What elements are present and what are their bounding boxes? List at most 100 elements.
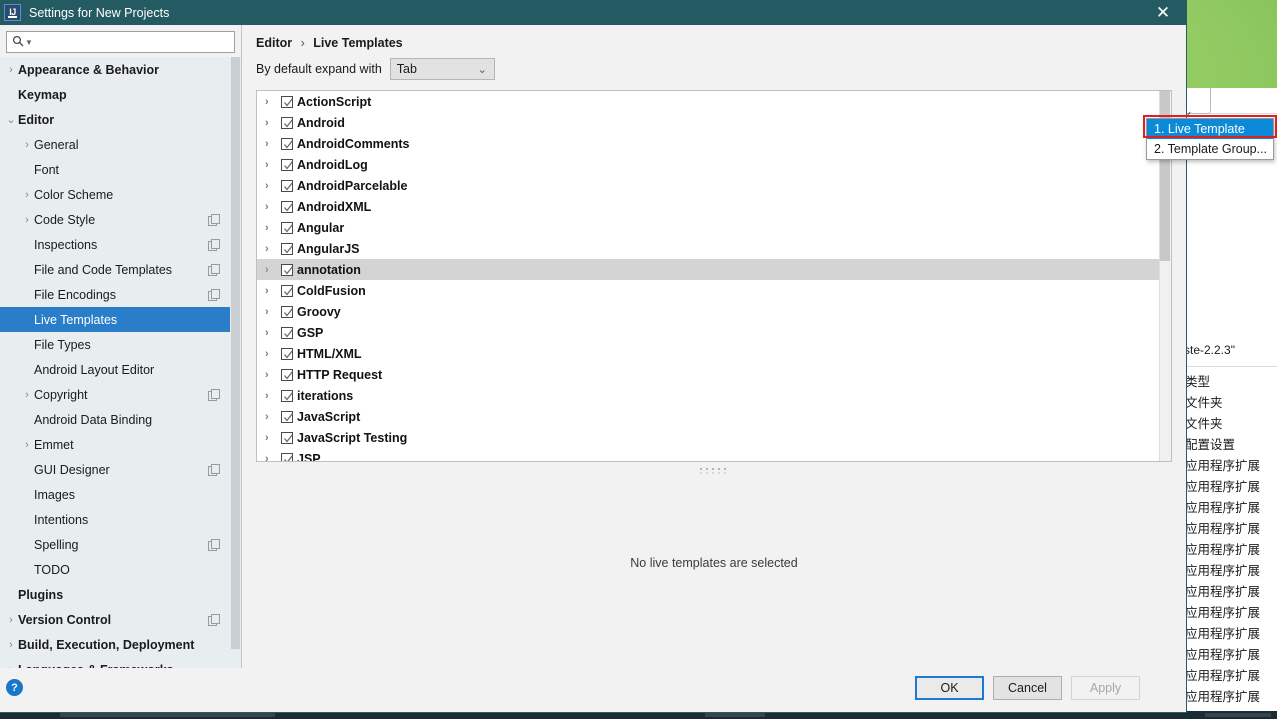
template-group-checkbox[interactable]: [281, 452, 294, 461]
background-file-row[interactable]: 配置设置: [1181, 435, 1277, 456]
template-group-row[interactable]: › AndroidLog: [257, 154, 1171, 175]
background-file-row[interactable]: 应用程序扩展: [1181, 519, 1277, 540]
cancel-button[interactable]: Cancel: [993, 676, 1062, 700]
background-file-row[interactable]: 应用程序扩展: [1181, 498, 1277, 519]
template-group-checkbox[interactable]: [281, 284, 294, 297]
template-group-checkbox[interactable]: [281, 263, 294, 276]
chevron-right-icon[interactable]: ›: [20, 189, 34, 201]
template-group-row[interactable]: › JSP: [257, 448, 1171, 461]
splitter-handle[interactable]: [256, 465, 1172, 477]
sidebar-item-code-style[interactable]: › Code Style: [0, 207, 241, 232]
template-group-checkbox[interactable]: [281, 179, 294, 192]
close-icon[interactable]: ✕: [1140, 0, 1186, 25]
background-file-row[interactable]: 应用程序扩展: [1181, 477, 1277, 498]
template-group-row[interactable]: › ColdFusion: [257, 280, 1171, 301]
chevron-right-icon[interactable]: ›: [265, 285, 281, 297]
chevron-down-icon[interactable]: ▼: [25, 38, 33, 47]
background-file-row[interactable]: 应用程序扩展: [1181, 624, 1277, 645]
template-group-row[interactable]: › ActionScript: [257, 91, 1171, 112]
template-group-row[interactable]: › iterations: [257, 385, 1171, 406]
help-question-icon[interactable]: ?: [6, 679, 23, 696]
template-group-row[interactable]: › Groovy: [257, 301, 1171, 322]
chevron-right-icon[interactable]: ›: [20, 214, 34, 226]
background-file-row[interactable]: 应用程序扩展: [1181, 582, 1277, 603]
expand-with-select[interactable]: Tab ⌄: [389, 58, 495, 80]
ok-button[interactable]: OK: [915, 676, 984, 700]
background-file-row[interactable]: 文件夹: [1181, 414, 1277, 435]
sidebar-item-file-and-code-templates[interactable]: File and Code Templates: [0, 257, 241, 282]
popup-menu-item[interactable]: 1. Live Template: [1147, 119, 1273, 139]
background-file-row[interactable]: 应用程序扩展: [1181, 645, 1277, 666]
background-file-row[interactable]: 应用程序扩展: [1181, 666, 1277, 687]
chevron-right-icon[interactable]: ›: [265, 432, 281, 444]
chevron-right-icon[interactable]: ›: [265, 348, 281, 360]
chevron-right-icon[interactable]: ›: [265, 243, 281, 255]
chevron-right-icon[interactable]: ›: [4, 639, 18, 651]
sidebar-item-emmet[interactable]: › Emmet: [0, 432, 241, 457]
background-file-row[interactable]: 应用程序扩展: [1181, 540, 1277, 561]
sidebar-item-appearance-behavior[interactable]: › Appearance & Behavior: [0, 57, 241, 82]
chevron-down-icon[interactable]: ⌄: [478, 63, 487, 76]
dialog-titlebar[interactable]: IJ Settings for New Projects ✕: [0, 0, 1186, 25]
sidebar-item-version-control[interactable]: › Version Control: [0, 607, 241, 632]
template-group-row[interactable]: › HTML/XML: [257, 343, 1171, 364]
template-group-checkbox[interactable]: [281, 347, 294, 360]
template-group-row[interactable]: › AndroidXML: [257, 196, 1171, 217]
template-group-checkbox[interactable]: [281, 242, 294, 255]
chevron-right-icon[interactable]: ›: [265, 411, 281, 423]
chevron-right-icon[interactable]: ›: [20, 139, 34, 151]
chevron-right-icon[interactable]: ›: [4, 64, 18, 76]
live-templates-list[interactable]: › ActionScript › Android › AndroidComments › An…: [256, 90, 1172, 462]
chevron-right-icon[interactable]: ›: [265, 159, 281, 171]
chevron-right-icon[interactable]: ›: [265, 180, 281, 192]
breadcrumb-root[interactable]: Editor: [256, 36, 292, 50]
chevron-down-icon[interactable]: ⌄: [4, 113, 18, 126]
sidebar-item-intentions[interactable]: Intentions: [0, 507, 241, 532]
chevron-right-icon[interactable]: ›: [265, 327, 281, 339]
template-group-checkbox[interactable]: [281, 158, 294, 171]
template-group-checkbox[interactable]: [281, 389, 294, 402]
background-explorer-window[interactable]: ‹ ste-2.2.3" 类型 文件夹 文件夹 配置设置 应用程序扩展 应用程序扩展 应用…: [1180, 88, 1277, 719]
background-window-column-header[interactable]: 类型: [1181, 372, 1277, 393]
template-group-checkbox[interactable]: [281, 221, 294, 234]
template-group-row[interactable]: › Android: [257, 112, 1171, 133]
chevron-right-icon[interactable]: ›: [265, 222, 281, 234]
template-group-checkbox[interactable]: [281, 368, 294, 381]
sidebar-item-languages-frameworks[interactable]: ›Languages & Frameworks: [0, 657, 241, 669]
sidebar-item-file-types[interactable]: File Types: [0, 332, 241, 357]
sidebar-item-live-templates[interactable]: Live Templates: [0, 307, 241, 332]
template-group-checkbox[interactable]: [281, 305, 294, 318]
chevron-right-icon[interactable]: ›: [265, 306, 281, 318]
chevron-right-icon[interactable]: ›: [20, 389, 34, 401]
sidebar-item-images[interactable]: Images: [0, 482, 241, 507]
apply-button[interactable]: Apply: [1071, 676, 1140, 700]
template-group-row[interactable]: › HTTP Request: [257, 364, 1171, 385]
chevron-right-icon[interactable]: ›: [265, 369, 281, 381]
chevron-right-icon[interactable]: ›: [4, 614, 18, 626]
chevron-right-icon[interactable]: ›: [265, 390, 281, 402]
sidebar-item-spelling[interactable]: Spelling: [0, 532, 241, 557]
sidebar-item-color-scheme[interactable]: › Color Scheme: [0, 182, 241, 207]
template-group-checkbox[interactable]: [281, 200, 294, 213]
sidebar-item-editor[interactable]: ⌄ Editor: [0, 107, 241, 132]
background-file-row[interactable]: 应用程序扩展: [1181, 456, 1277, 477]
template-group-checkbox[interactable]: [281, 95, 294, 108]
chevron-right-icon[interactable]: ›: [265, 138, 281, 150]
template-group-checkbox[interactable]: [281, 431, 294, 444]
template-group-row[interactable]: › AndroidParcelable: [257, 175, 1171, 196]
sidebar-item-todo[interactable]: TODO: [0, 557, 241, 582]
chevron-right-icon[interactable]: ›: [265, 201, 281, 213]
background-file-row[interactable]: 应用程序扩展: [1181, 687, 1277, 708]
sidebar-item-file-encodings[interactable]: File Encodings: [0, 282, 241, 307]
sidebar-item-android-layout-editor[interactable]: Android Layout Editor: [0, 357, 241, 382]
settings-tree[interactable]: › Appearance & Behavior Keymap ⌄ Editor › Gene…: [0, 57, 241, 668]
chevron-right-icon[interactable]: ›: [265, 96, 281, 108]
sidebar-item-copyright[interactable]: › Copyright: [0, 382, 241, 407]
sidebar-item-font[interactable]: Font: [0, 157, 241, 182]
template-group-row[interactable]: › Angular: [257, 217, 1171, 238]
template-group-row[interactable]: › annotation: [257, 259, 1171, 280]
sidebar-item-plugins[interactable]: Plugins: [0, 582, 241, 607]
sidebar-item-general[interactable]: › General: [0, 132, 241, 157]
search-input[interactable]: [32, 35, 234, 49]
template-group-row[interactable]: › AngularJS: [257, 238, 1171, 259]
